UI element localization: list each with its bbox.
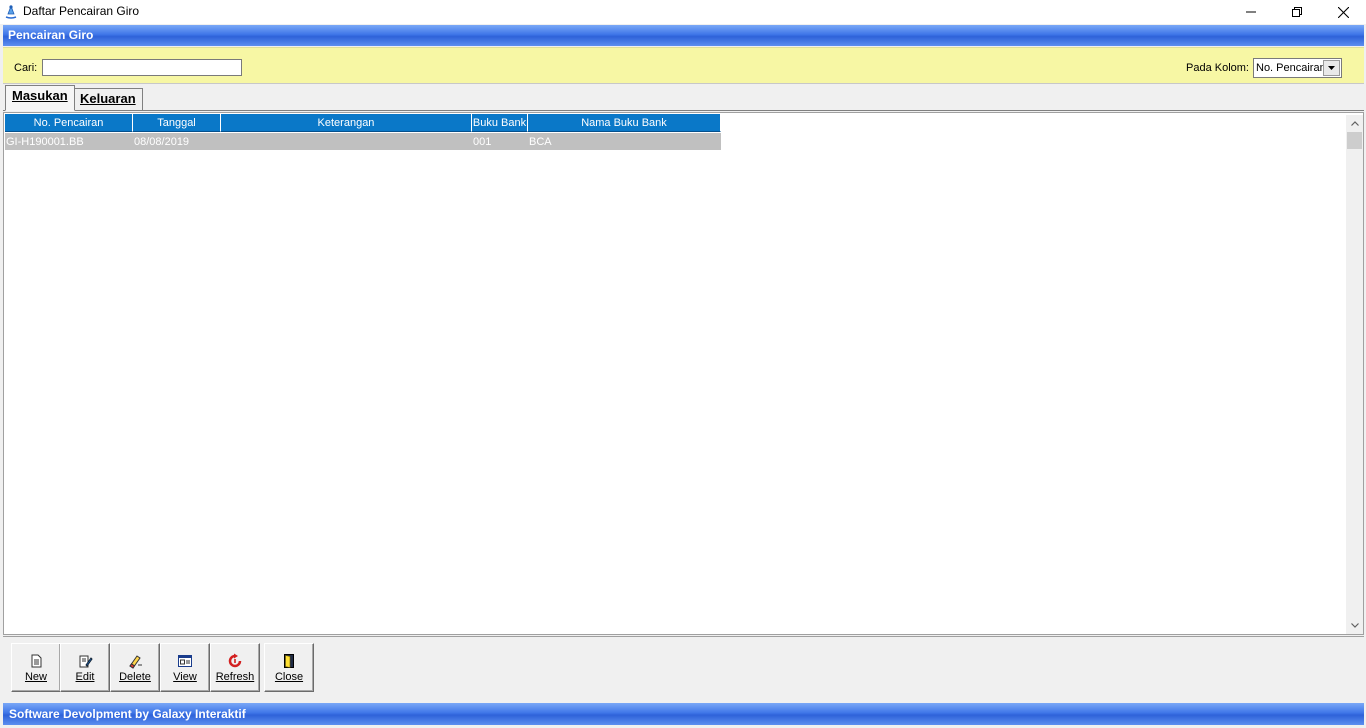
tab-keluaran-label: Keluaran bbox=[80, 91, 136, 106]
scroll-up-button[interactable] bbox=[1346, 115, 1363, 132]
column-select[interactable]: No. Pencairan bbox=[1253, 58, 1342, 78]
view-button[interactable]: View bbox=[160, 643, 210, 692]
eraser-icon bbox=[129, 655, 142, 669]
column-label: Pada Kolom: bbox=[1186, 62, 1249, 74]
new-button[interactable]: New bbox=[11, 643, 61, 692]
scroll-down-button[interactable] bbox=[1346, 617, 1363, 634]
restore-icon bbox=[1292, 7, 1302, 17]
delete-button[interactable]: Delete bbox=[110, 643, 160, 692]
delete-button-label: Delete bbox=[119, 671, 151, 683]
close-button[interactable]: Close bbox=[264, 643, 314, 692]
minimize-button[interactable] bbox=[1228, 0, 1274, 24]
chevron-up-icon bbox=[1350, 121, 1359, 126]
cell-buku-bank: 001 bbox=[473, 136, 492, 148]
new-button-label: New bbox=[24, 671, 47, 683]
edit-document-icon bbox=[79, 655, 93, 668]
column-header-tanggal[interactable]: Tanggal bbox=[133, 114, 221, 132]
column-select-value: No. Pencairan bbox=[1256, 62, 1324, 74]
view-button-label: View bbox=[173, 671, 197, 683]
refresh-button-label: Refresh bbox=[215, 671, 255, 683]
close-button-label: Close bbox=[274, 671, 304, 683]
edit-button[interactable]: Edit bbox=[60, 643, 110, 692]
column-header-nama-buku-bank[interactable]: Nama Buku Bank bbox=[528, 114, 721, 132]
data-grid[interactable]: No. Pencairan Tanggal Keterangan Buku Ba… bbox=[3, 112, 1364, 635]
column-header-no-pencairan[interactable]: No. Pencairan bbox=[5, 114, 133, 132]
action-toolbar: New Edit Delete View Refresh Close bbox=[3, 636, 1364, 701]
column-header-buku-bank[interactable]: Buku Bank bbox=[472, 114, 528, 132]
close-window-button[interactable] bbox=[1320, 0, 1366, 24]
dropdown-button[interactable] bbox=[1323, 60, 1340, 76]
exit-door-icon bbox=[284, 654, 294, 668]
grid-header: No. Pencairan Tanggal Keterangan Buku Ba… bbox=[5, 114, 721, 132]
refresh-icon bbox=[228, 653, 242, 668]
scroll-thumb[interactable] bbox=[1347, 132, 1362, 149]
restore-button[interactable] bbox=[1274, 0, 1320, 24]
refresh-button[interactable]: Refresh bbox=[210, 643, 260, 692]
cell-keterangan bbox=[221, 133, 472, 150]
tab-masukan-label: Masukan bbox=[12, 88, 68, 103]
edit-button-label: Edit bbox=[75, 671, 95, 683]
search-panel: Cari: Pada Kolom: No. Pencairan bbox=[3, 47, 1364, 84]
window-title: Daftar Pencairan Giro bbox=[23, 4, 140, 18]
new-document-icon bbox=[31, 654, 42, 668]
minimize-icon bbox=[1246, 11, 1256, 13]
cell-nama-buku-bank: BCA bbox=[529, 136, 552, 148]
column-header-keterangan[interactable]: Keterangan bbox=[221, 114, 472, 132]
tab-keluaran[interactable]: Keluaran bbox=[73, 88, 143, 110]
chevron-down-icon bbox=[1350, 623, 1359, 628]
tab-masukan[interactable]: Masukan bbox=[5, 85, 75, 111]
cell-tanggal: 08/08/2019 bbox=[134, 136, 190, 148]
form-header: Pencairan Giro bbox=[3, 25, 1364, 46]
footer-band: Software Devolpment by Galaxy Interaktif bbox=[3, 703, 1364, 725]
chevron-down-icon bbox=[1328, 66, 1335, 70]
vertical-scrollbar[interactable] bbox=[1346, 115, 1363, 634]
search-label: Cari: bbox=[14, 62, 38, 74]
table-row[interactable]: GI-H190001.BB 08/08/2019 001 BCA bbox=[5, 133, 721, 150]
view-window-icon bbox=[178, 655, 192, 667]
giro-app-icon bbox=[5, 4, 17, 19]
cell-no-pencairan: GI-H190001.BB bbox=[6, 136, 84, 148]
close-icon bbox=[1337, 6, 1349, 18]
tab-strip: Masukan Keluaran bbox=[3, 85, 1364, 111]
title-bar: Daftar Pencairan Giro bbox=[0, 0, 1366, 24]
search-input[interactable] bbox=[42, 59, 242, 76]
